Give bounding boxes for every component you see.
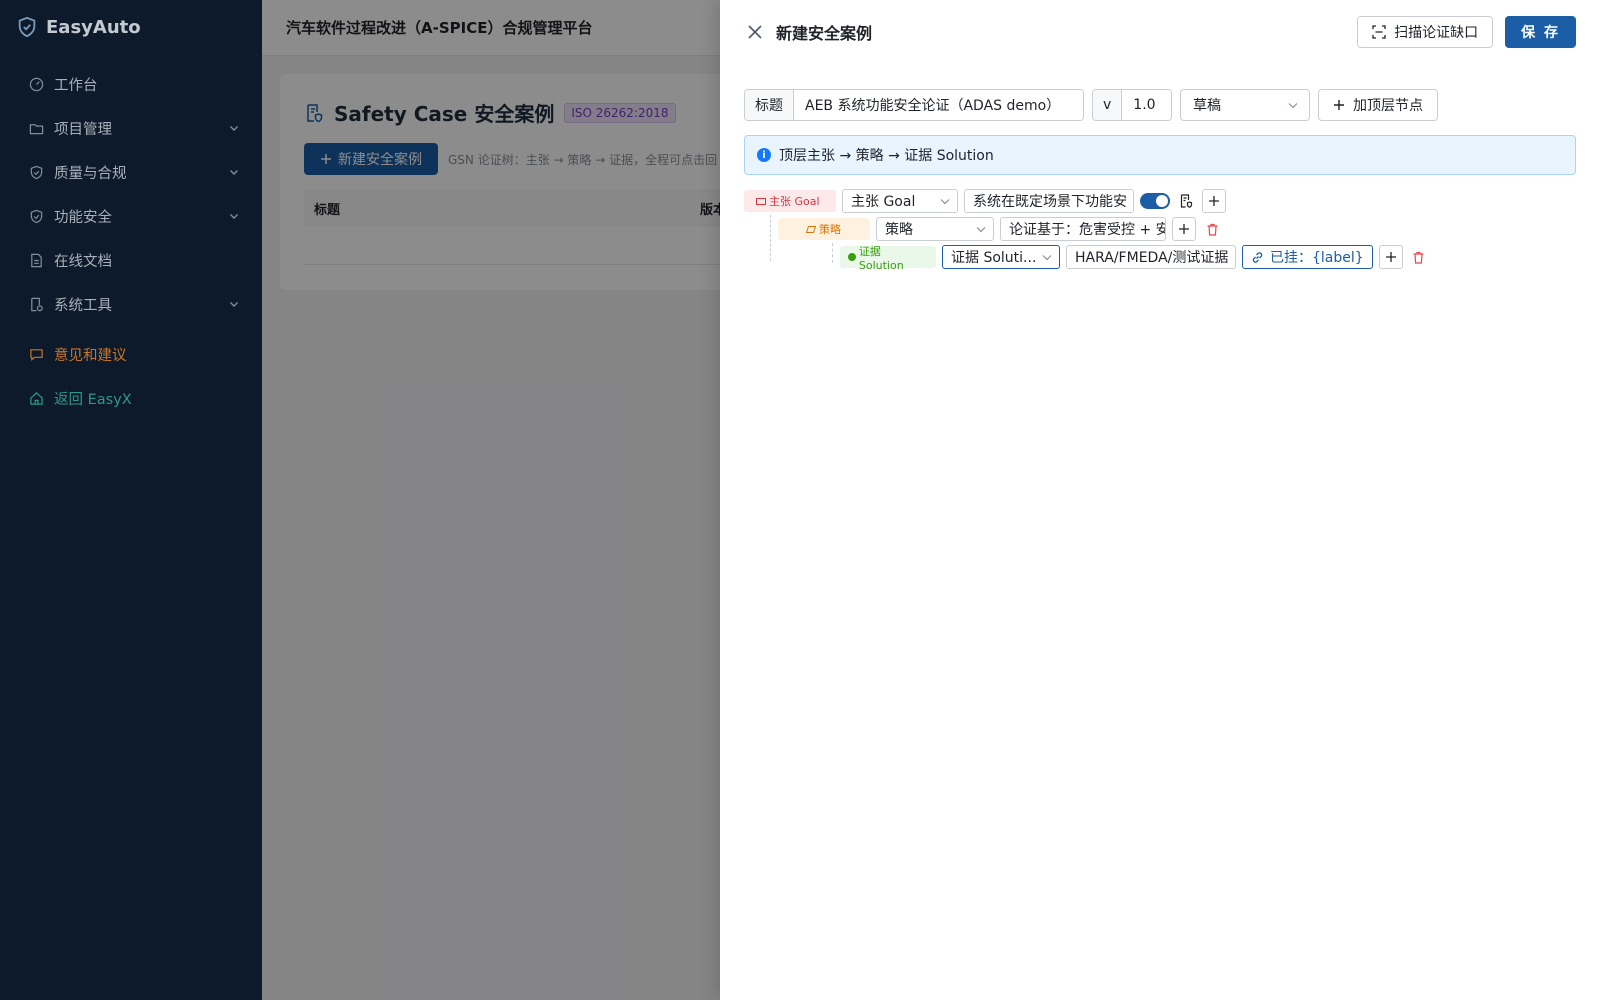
scan-gaps-button[interactable]: 扫描论证缺口: [1357, 16, 1494, 48]
chevron-down-icon: [976, 227, 986, 233]
status-select-value: 草稿: [1193, 98, 1221, 114]
goal-type-select[interactable]: 主张 Goal: [842, 189, 958, 213]
trash-icon: [1413, 251, 1424, 264]
gsn-node-solution: 证据 Solution 证据 Soluti... HARA/FMEDA/测试证据…: [840, 243, 1576, 272]
close-icon[interactable]: [746, 23, 764, 41]
scan-gaps-label: 扫描论证缺口: [1394, 25, 1479, 41]
solution-add-child-button[interactable]: [1378, 245, 1403, 269]
chevron-down-icon: [940, 199, 950, 205]
link-icon: [1252, 251, 1263, 263]
solution-tag-label: 证据 Solution: [858, 244, 904, 272]
tree-guide-line: [770, 215, 771, 261]
drawer-body: 标题 v 草稿 加顶层节点 i 顶层主张 → 策略 → 证据 Solution: [720, 64, 1600, 272]
strategy-text-input[interactable]: 论证基于：危害受控 + 安: [1000, 217, 1166, 241]
sidebar-overlay[interactable]: [0, 0, 262, 1000]
plus-icon: [1385, 252, 1396, 262]
drawer-title: 新建安全案例: [776, 24, 873, 43]
rectangle-icon: [756, 197, 766, 205]
gsn-tree: 主张 Goal 主张 Goal 系统在既定场景下功能安 策略 策略 论证基于：危…: [744, 187, 1576, 272]
solution-text-input[interactable]: HARA/FMEDA/测试证据: [1066, 245, 1236, 269]
evidence-doc-icon[interactable]: [1176, 189, 1196, 213]
strategy-type-value: 策略: [885, 222, 913, 238]
drawer-header: 新建安全案例 扫描论证缺口 保 存: [720, 0, 1600, 64]
goal-tag: 主张 Goal: [744, 190, 836, 212]
goal-tag-label: 主张 Goal: [769, 195, 820, 208]
new-safety-case-drawer: 新建安全案例 扫描论证缺口 保 存 标题 v 草稿 加顶层节点: [720, 0, 1600, 1000]
solution-delete-button[interactable]: [1409, 245, 1429, 269]
solution-dot-icon: [848, 253, 856, 261]
solution-type-value: 证据 Soluti...: [951, 250, 1037, 266]
plus-icon: [1179, 224, 1189, 234]
add-top-node-label: 加顶层节点: [1353, 98, 1423, 114]
version-field: v: [1092, 89, 1172, 121]
drawer-overlay[interactable]: [262, 0, 720, 1000]
goal-type-value: 主张 Goal: [851, 194, 916, 210]
version-label: v: [1093, 90, 1123, 120]
tree-guide-line: [832, 243, 833, 263]
info-alert: i 顶层主张 → 策略 → 证据 Solution: [744, 135, 1576, 175]
info-text: 顶层主张 → 策略 → 证据 Solution: [779, 148, 994, 164]
solution-tag: 证据 Solution: [840, 245, 936, 272]
strategy-delete-button[interactable]: [1202, 217, 1222, 241]
goal-toggle[interactable]: [1140, 193, 1170, 209]
status-select[interactable]: 草稿: [1180, 89, 1310, 121]
evidence-link-label: 已挂：{label}: [1270, 250, 1364, 266]
goal-add-child-button[interactable]: [1202, 189, 1226, 213]
save-button[interactable]: 保 存: [1505, 16, 1576, 48]
goal-text-input[interactable]: 系统在既定场景下功能安: [964, 189, 1134, 213]
gsn-node-goal: 主张 Goal 主张 Goal 系统在既定场景下功能安: [744, 187, 1576, 215]
strategy-tag-label: 策略: [819, 223, 841, 236]
info-icon: i: [757, 148, 771, 162]
chevron-down-icon: [1288, 103, 1298, 109]
add-top-node-button[interactable]: 加顶层节点: [1318, 89, 1438, 121]
evidence-link-tag[interactable]: 已挂：{label}: [1242, 245, 1373, 269]
scan-icon: [1372, 25, 1386, 39]
version-input[interactable]: [1122, 90, 1171, 120]
title-label: 标题: [745, 90, 794, 120]
title-input[interactable]: [794, 90, 1083, 120]
strategy-add-child-button[interactable]: [1172, 217, 1196, 241]
case-form-row: 标题 v 草稿 加顶层节点: [744, 89, 1576, 121]
parallelogram-icon: [806, 225, 816, 233]
strategy-type-select[interactable]: 策略: [876, 217, 994, 241]
plus-icon: [1209, 196, 1219, 206]
title-field: 标题: [744, 89, 1084, 121]
plus-icon: [1334, 100, 1344, 110]
chevron-down-icon: [1042, 255, 1052, 261]
strategy-tag: 策略: [778, 218, 870, 240]
solution-type-select[interactable]: 证据 Soluti...: [942, 245, 1060, 269]
gsn-node-strategy: 策略 策略 论证基于：危害受控 + 安: [778, 215, 1576, 243]
trash-icon: [1207, 223, 1217, 236]
